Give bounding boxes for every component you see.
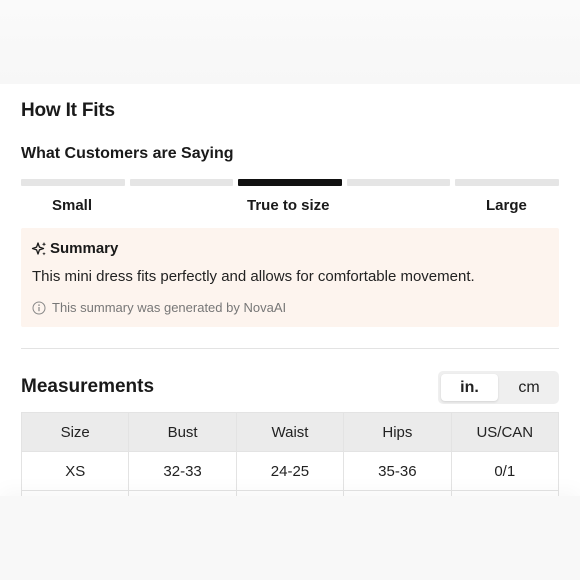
table-cell: 35-36 — [343, 451, 452, 491]
summary-note-text: This summary was generated by NovaAI — [52, 300, 287, 315]
summary-heading: Summary — [50, 240, 119, 257]
column-header: Waist — [235, 412, 345, 452]
summary-text: This mini dress fits perfectly and allow… — [32, 268, 475, 285]
section-divider — [21, 348, 559, 349]
fit-label-small: Small — [52, 197, 93, 214]
summary-card: Summary This mini dress fits perfectly a… — [21, 228, 559, 327]
unit-toggle: in. cm — [438, 371, 559, 404]
fit-segment-4 — [346, 179, 451, 186]
table-header-row: Size Bust Waist Hips US/CAN — [20, 412, 560, 452]
bottom-fade — [0, 496, 580, 580]
summary-note: This summary was generated by NovaAI — [32, 300, 286, 315]
sparkle-icon — [31, 241, 47, 255]
fit-segment-1 — [21, 179, 125, 186]
fit-label-large: Large — [486, 197, 527, 214]
measurements-title: Measurements — [21, 376, 155, 397]
fit-segment-2 — [129, 179, 234, 186]
info-icon[interactable] — [32, 301, 46, 315]
column-header: Bust — [128, 412, 237, 452]
table-row: XS 32-33 24-25 35-36 0/1 — [20, 451, 560, 491]
table-cell: 24-25 — [235, 451, 345, 491]
summary-header: Summary — [31, 240, 118, 257]
table-cell: XS — [20, 451, 130, 491]
table-cell: 0/1 — [450, 451, 560, 491]
fit-scale — [21, 179, 559, 186]
column-header: US/CAN — [450, 412, 560, 452]
fit-label-true-to-size: True to size — [247, 197, 330, 214]
fit-segment-3-active — [238, 179, 342, 186]
customers-subhead: What Customers are Saying — [21, 145, 234, 162]
column-header: Size — [20, 412, 130, 452]
table-cell: 32-33 — [128, 451, 237, 491]
fit-segment-5 — [455, 179, 559, 186]
top-fade — [0, 0, 580, 84]
unit-option-in[interactable]: in. — [441, 374, 498, 401]
unit-option-cm[interactable]: cm — [502, 374, 556, 401]
section-title: How It Fits — [21, 100, 115, 121]
column-header: Hips — [343, 412, 452, 452]
